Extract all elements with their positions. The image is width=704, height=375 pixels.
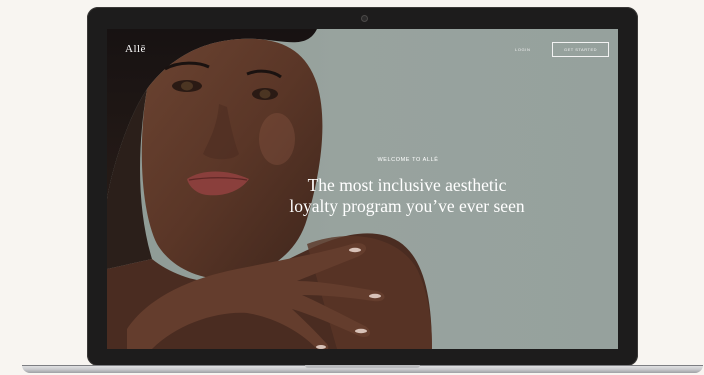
webcam-icon (361, 15, 368, 22)
website-screen: Allē LOGIN GET STARTED WELCOME TO ALLĒ T… (107, 29, 618, 349)
brand-logo[interactable]: Allē (125, 43, 146, 55)
hero-title-line-1: The most inclusive aesthetic (307, 175, 507, 195)
login-link[interactable]: LOGIN (515, 47, 530, 52)
hero-eyebrow: WELCOME TO ALLĒ (377, 157, 439, 163)
hero-title: The most inclusive aesthetic loyalty pro… (257, 175, 557, 217)
laptop-hinge-notch (305, 365, 420, 368)
hero-title-line-2: loyalty program you’ve ever seen (289, 196, 525, 216)
get-started-label: GET STARTED (563, 47, 598, 52)
get-started-button[interactable]: GET STARTED (552, 42, 609, 57)
